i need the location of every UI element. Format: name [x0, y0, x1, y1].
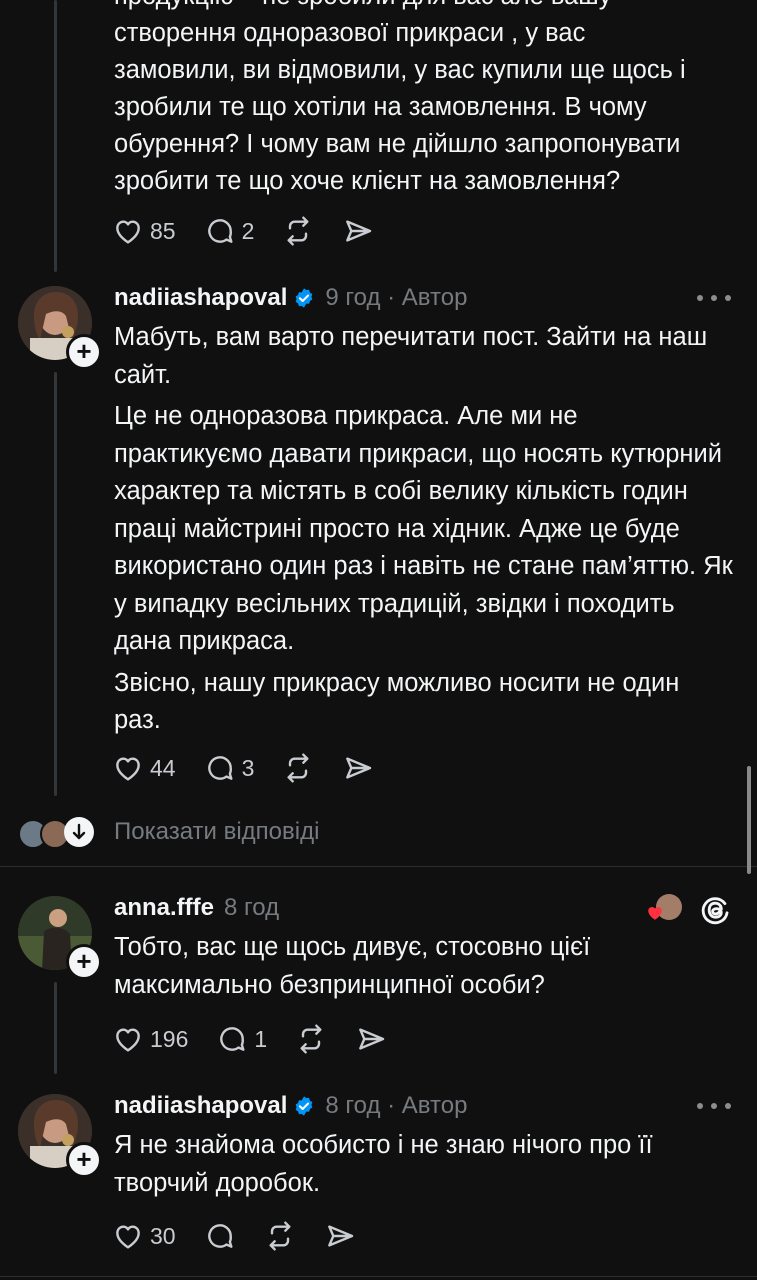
like-button[interactable]: 30 [112, 1220, 176, 1252]
reply-button[interactable]: 1 [216, 1023, 267, 1055]
thread-line [54, 0, 57, 272]
more-options-button[interactable] [697, 288, 731, 308]
comment-icon [207, 219, 233, 243]
share-button[interactable] [324, 1220, 356, 1252]
heart-icon [116, 220, 140, 244]
like-button[interactable]: 85 [112, 215, 176, 247]
repost-icon [287, 216, 309, 246]
timestamp-author: 9 год · Автор [325, 284, 468, 311]
send-icon [346, 220, 372, 242]
repost-icon [269, 1221, 291, 1251]
username[interactable]: nadiiashapoval [114, 1092, 287, 1120]
reply-button[interactable]: 3 [204, 752, 255, 784]
like-count: 85 [150, 217, 176, 244]
reply-avatars[interactable] [18, 817, 96, 849]
comment-actions: 44 3 [112, 750, 402, 786]
bottom-divider [0, 1276, 757, 1277]
verified-badge-icon [296, 288, 313, 308]
send-icon [327, 1225, 353, 1247]
comment-line: створення одноразової прикраси , у вас [114, 19, 586, 47]
comment-icon [207, 1224, 233, 1248]
repost-button[interactable] [295, 1023, 327, 1055]
comment-paragraph: Це не одноразова прикраса. Але ми не пра… [114, 402, 733, 655]
more-options-button[interactable] [697, 1096, 731, 1116]
comment-icon [220, 1027, 245, 1051]
follow-plus-button[interactable]: + [66, 1142, 102, 1178]
heart-icon [116, 1225, 140, 1249]
heart-filled-icon [648, 907, 662, 920]
reply-count: 3 [241, 754, 255, 781]
threads-logo-icon[interactable] [698, 893, 732, 927]
reply-count: 2 [241, 217, 255, 244]
chevron-down-icon [64, 817, 94, 847]
comment-line: зробили те що хотіли на замовлення. В чо… [114, 93, 647, 121]
scrollbar[interactable] [747, 766, 751, 874]
liked-by-author-indicator [646, 894, 686, 924]
username[interactable]: nadiiashapoval [114, 284, 287, 312]
follow-plus-button[interactable]: + [66, 944, 102, 980]
comment-paragraph: Звісно, нашу прикрасу можливо носити не … [114, 668, 680, 735]
comment-actions: 30 [112, 1218, 384, 1254]
send-icon [346, 757, 372, 779]
comment-text: Мабуть, вам варто перечитати пост. Зайти… [114, 319, 733, 740]
like-button[interactable]: 44 [112, 752, 176, 784]
like-count: 196 [150, 1025, 189, 1052]
repost-button[interactable] [264, 1220, 296, 1252]
username[interactable]: anna.fffe [114, 894, 214, 922]
comment-header: nadiiashapoval 9 год · Автор [114, 280, 467, 316]
repost-button[interactable] [282, 215, 314, 247]
reply-count: 1 [254, 1025, 268, 1052]
share-button[interactable] [342, 752, 374, 784]
share-button[interactable] [355, 1023, 387, 1055]
comment-header: anna.fffe 8 год [114, 890, 279, 926]
timestamp: 8 год [224, 894, 280, 921]
comment-actions: 85 2 [112, 213, 402, 249]
verified-badge-icon [296, 1096, 313, 1116]
comment-text: продукцію – не зробили для вас але вашу … [114, 0, 733, 200]
comment-actions: 196 1 [112, 1021, 415, 1057]
repost-button[interactable] [282, 752, 314, 784]
comment-line: обурення? І чому вам не дійшло запропону… [114, 130, 681, 158]
send-icon [359, 1028, 385, 1050]
comment-line: замовили, ви відмовили, у вас купили ще … [114, 56, 686, 84]
like-count: 44 [150, 754, 176, 781]
comment-line: зробити те що хоче клієнт на замовлення? [114, 167, 621, 195]
comment-icon [207, 756, 233, 780]
divider [0, 866, 757, 867]
repost-icon [300, 1024, 322, 1054]
timestamp-author: 8 год · Автор [325, 1092, 468, 1119]
heart-icon [116, 757, 140, 781]
share-button[interactable] [342, 215, 374, 247]
like-button[interactable]: 196 [112, 1023, 188, 1055]
thread-line [54, 982, 57, 1074]
comment-line: продукцію – не зробили для вас але вашу [114, 0, 733, 15]
like-count: 30 [150, 1222, 176, 1249]
repost-icon [287, 753, 309, 783]
reply-button[interactable] [204, 1220, 236, 1252]
heart-icon [116, 1028, 140, 1052]
show-replies-link[interactable]: Показати відповіді [114, 818, 319, 846]
comment-text: Я не знайома особисто і не знаю нічого п… [114, 1131, 653, 1197]
thread-line [54, 372, 57, 796]
follow-plus-button[interactable]: + [66, 334, 102, 370]
comment-paragraph: Мабуть, вам варто перечитати пост. Зайти… [114, 323, 708, 389]
comment-header: nadiiashapoval 8 год · Автор [114, 1088, 467, 1124]
comment-text: Тобто, вас ще щось дивує, стосовно цієї … [114, 933, 591, 999]
reply-button[interactable]: 2 [204, 215, 255, 247]
